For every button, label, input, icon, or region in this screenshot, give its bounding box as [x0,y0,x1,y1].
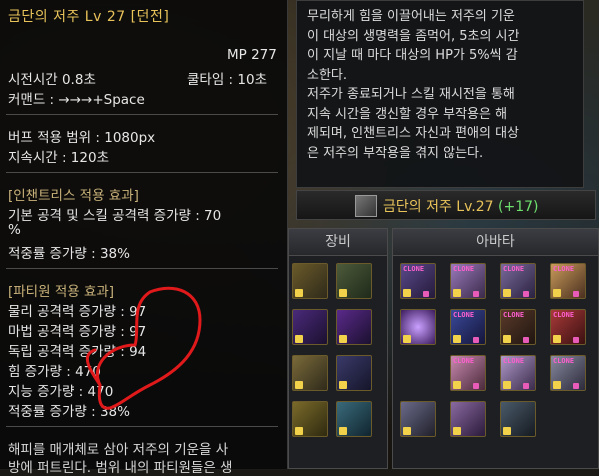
mp-cost: MP 277 [227,47,277,63]
equipment-slot[interactable] [336,401,372,437]
party-stat-physical: 물리 공격력 증가량 : 97 [8,304,147,320]
clone-tag: CLONE [503,357,525,365]
description-line: 은 저주의 부작용을 겪지 않는다. [307,145,484,161]
avatar-slot[interactable] [400,309,436,345]
avatar-panel: 아바타 CLONE CLONE CLONE CLONE CLONE CLONE … [392,228,599,469]
avatar-slot[interactable]: CLONE [400,263,436,299]
divider [6,114,278,115]
description-line: 해피를 매개체로 삼아 저주의 기운을 사 [8,442,229,458]
equipment-slot[interactable] [292,401,328,437]
command: 커맨드 : →→→+Space [8,92,145,108]
skill-stats-tooltip: 금단의 저주 Lv 27 [던전] MP 277 시전시간 0.8초 쿨타임 :… [0,0,288,476]
avatar-slot[interactable]: CLONE [550,355,586,391]
avatar-panel-title: 아바타 [393,229,598,256]
description-line: 제되며, 인챈트리스 자신과 편애의 대상 [307,126,520,141]
party-stat-strength: 힘 증가량 : 470 [8,364,101,380]
party-stat-independent: 독립 공격력 증가량 : 94 [8,344,147,360]
skill-icon [355,195,377,217]
divider [6,172,278,173]
avatar-slot[interactable]: CLONE [550,309,586,345]
avatar-slot[interactable] [400,401,436,437]
avatar-slot[interactable]: CLONE [450,263,486,299]
party-stat-intelligence: 지능 증가량 : 470 [8,384,114,400]
skill-title: 금단의 저주 Lv 27 [던전] [8,9,170,25]
description-line: 저주가 종료되거나 스킬 재시전을 통해 [307,87,515,102]
description-line: 소한다. [307,67,348,83]
equipment-panel-title: 장비 [289,229,387,256]
equipment-slot[interactable] [292,263,328,299]
enchantress-attack-line: 기본 공격 및 스킬 공격력 증가량 : 70 [8,208,222,224]
divider [6,426,278,427]
avatar-slot[interactable]: CLONE [500,355,536,391]
clone-tag: CLONE [453,311,475,319]
avatar-slot[interactable]: CLONE [450,309,486,345]
party-stat-accuracy: 적중률 증가량 : 38% [8,404,130,420]
avatar-slot[interactable]: CLONE [500,263,536,299]
avatar-slot[interactable] [500,401,536,437]
skill-bonus: (+17) [498,199,539,215]
avatar-slot[interactable] [450,401,486,437]
description-line: 지속 시간을 갱신할 경우 부작용은 해 [307,106,508,122]
equipment-slot[interactable] [336,309,372,345]
clone-tag: CLONE [453,265,475,273]
buff-range: 버프 적용 범위 : 1080px [8,130,156,146]
equipment-slot[interactable] [292,355,328,391]
skill-level-label: 금단의 저주 Lv.27 (+17) [383,196,539,216]
enchantress-header: [인챈트리스 적용 효과] [8,188,139,204]
cooldown: 쿨타임 : 10초 [187,72,267,88]
equipment-panel: 장비 [288,228,388,469]
description-line: 방에 퍼트린다. 범위 내의 파티원들은 생 [8,460,233,476]
cast-time: 시전시간 0.8초 [8,72,96,88]
skill-description-tooltip: 무리하게 힘을 이끌어내는 저주의 기운 이 대상의 생명력을 좀먹어, 5초의… [296,0,584,188]
duration: 지속시간 : 120초 [8,150,109,166]
avatar-slot[interactable]: CLONE [450,355,486,391]
description-line: 이 지날 때 마다 대상의 HP가 5%씩 감 [307,48,518,63]
divider [6,268,278,269]
party-stat-magical: 마법 공격력 증가량 : 97 [8,324,147,340]
clone-tag: CLONE [553,311,575,319]
party-header: [파티원 적용 효과] [8,284,115,300]
description-line: 이 대상의 생명력을 좀먹어, 5초의 시간 [307,28,520,44]
avatar-slot[interactable]: CLONE [550,263,586,299]
clone-tag: CLONE [553,265,575,273]
clone-tag: CLONE [553,357,575,365]
skill-level-bar: 금단의 저주 Lv.27 (+17) [296,190,596,220]
avatar-slot[interactable]: CLONE [500,309,536,345]
equipment-slot[interactable] [292,309,328,345]
description-line: 무리하게 힘을 이끌어내는 저주의 기운 [307,9,515,24]
clone-tag: CLONE [403,265,425,273]
equipment-slot[interactable] [336,263,372,299]
clone-tag: CLONE [503,311,525,319]
equipment-slot[interactable] [336,355,372,391]
enchantress-accuracy: 적중률 증가량 : 38% [8,246,130,262]
clone-tag: CLONE [503,265,525,273]
enchantress-attack-unit: % [8,222,21,238]
skill-name: 금단의 저주 Lv.27 [383,199,494,215]
clone-tag: CLONE [453,357,475,365]
